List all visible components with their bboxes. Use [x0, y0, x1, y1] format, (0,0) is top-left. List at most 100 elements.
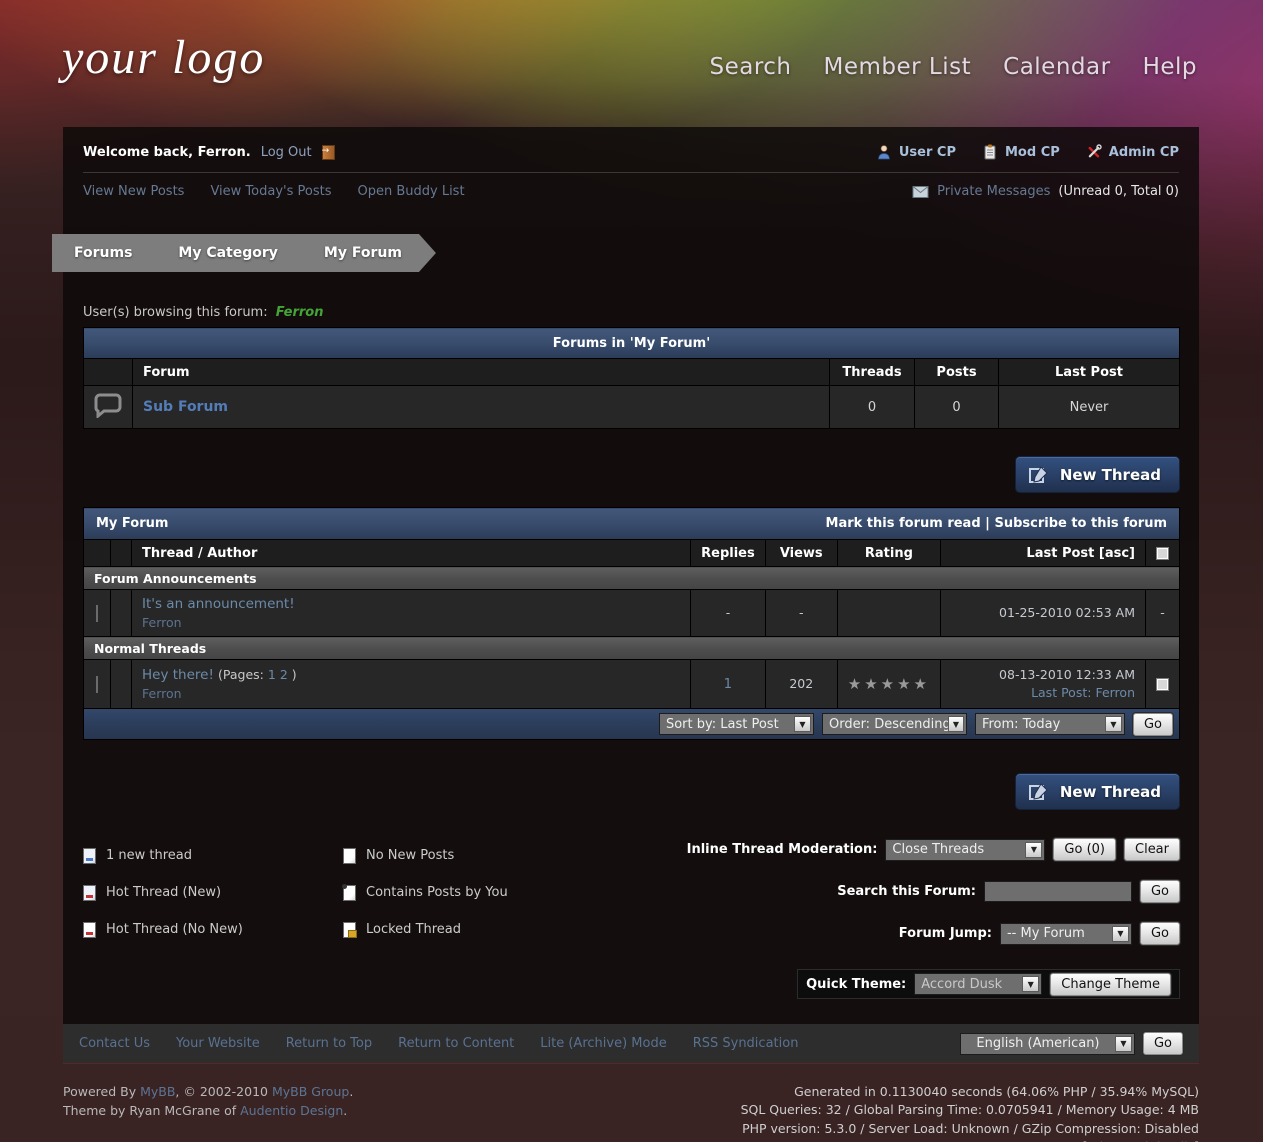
- action-separator: |: [985, 516, 990, 531]
- legend-label: Locked Thread: [366, 922, 461, 937]
- announcement-page-icon: [96, 605, 98, 622]
- nav-search[interactable]: Search: [709, 54, 791, 80]
- lite-mode-link[interactable]: Lite (Archive) Mode: [540, 1036, 666, 1051]
- nav-help[interactable]: Help: [1143, 54, 1197, 80]
- search-forum-input[interactable]: [984, 881, 1132, 902]
- no-new-posts-icon: [343, 848, 356, 864]
- language-select[interactable]: English (American)▼: [960, 1033, 1135, 1055]
- search-forum-label: Search this Forum:: [837, 884, 976, 899]
- browsing-user: Ferron: [276, 305, 324, 320]
- chevron-down-icon: ▼: [794, 716, 811, 732]
- moderation-select[interactable]: Close Threads▼: [885, 839, 1045, 861]
- contains-posts-by-you-icon: [343, 885, 356, 901]
- main-container: Welcome back, Ferron. Log Out User CP Mo…: [63, 127, 1199, 1064]
- mybb-group-link[interactable]: MyBB Group: [272, 1084, 349, 1099]
- subscribe-forum-link[interactable]: Subscribe to this forum: [994, 516, 1167, 531]
- col-lastpost: Last Post [asc]: [941, 540, 1146, 567]
- rss-syndication-link[interactable]: RSS Syndication: [693, 1036, 799, 1051]
- pages-prefix: (Pages:: [218, 667, 264, 682]
- moderation-clear-button[interactable]: Clear: [1124, 838, 1180, 861]
- subforum-link[interactable]: Sub Forum: [143, 399, 228, 415]
- forum-jump-row: Forum Jump: -- My Forum▼ Go: [899, 922, 1180, 945]
- mybb-link[interactable]: MyBB: [140, 1084, 175, 1099]
- language-go-button[interactable]: Go: [1143, 1032, 1183, 1055]
- admin-tools-icon: [1086, 144, 1102, 160]
- subforum-lastpost: Never: [999, 386, 1180, 429]
- stat-generated: Generated in 0.1130040 seconds (64.06% P…: [741, 1083, 1199, 1101]
- return-to-top-link[interactable]: Return to Top: [286, 1036, 372, 1051]
- col-replies: Replies: [691, 540, 766, 567]
- mark-forum-read-link[interactable]: Mark this forum read: [826, 516, 981, 531]
- thread-select-checkbox[interactable]: [1156, 678, 1169, 691]
- quick-links-bar: View New Posts View Today's Posts Open B…: [63, 173, 1199, 212]
- welcome-message: Welcome back, Ferron.: [83, 145, 251, 160]
- credit-text: .: [343, 1103, 347, 1118]
- order-select[interactable]: Order: Descending▼: [822, 713, 967, 735]
- legend-label: Hot Thread (New): [106, 885, 221, 900]
- from-select[interactable]: From: Today▼: [975, 713, 1125, 735]
- breadcrumb-my-category[interactable]: My Category: [142, 234, 312, 272]
- hot-thread-icon: [96, 676, 98, 693]
- col-rating: Rating: [837, 540, 940, 567]
- your-website-link[interactable]: Your Website: [176, 1036, 260, 1051]
- credit-text: .: [349, 1084, 353, 1099]
- section-forum-announcements: Forum Announcements: [84, 567, 1180, 590]
- thread-replies-link[interactable]: 1: [724, 677, 732, 692]
- announcement-rating: [837, 590, 940, 637]
- quick-theme-select[interactable]: Accord Dusk▼: [914, 973, 1042, 995]
- site-header: your logo Search Member List Calendar He…: [0, 0, 1263, 127]
- page: your logo Search Member List Calendar He…: [0, 0, 1263, 1142]
- audentio-design-link[interactable]: Audentio Design: [240, 1103, 343, 1118]
- new-thread-pencil-icon: [1028, 781, 1050, 803]
- chevron-down-icon: ▼: [1115, 1036, 1132, 1052]
- thread-rating-stars[interactable]: ★★★★★: [848, 675, 930, 693]
- forum-jump-select[interactable]: -- My Forum▼: [1000, 923, 1132, 945]
- welcome-bar: Welcome back, Ferron. Log Out User CP Mo…: [63, 127, 1199, 172]
- bracket: ]: [1194, 1139, 1199, 1142]
- sort-by-select[interactable]: Sort by: Last Post▼: [659, 713, 814, 735]
- user-icon: [876, 144, 892, 160]
- nav-calendar[interactable]: Calendar: [1003, 54, 1110, 80]
- logout-link[interactable]: Log Out: [261, 145, 312, 160]
- lastpost-label-link[interactable]: Last Post:: [1031, 685, 1091, 700]
- announcement-title-link[interactable]: It's an announcement!: [142, 596, 295, 612]
- advanced-details-link[interactable]: advanced details: [1087, 1139, 1194, 1142]
- contact-us-link[interactable]: Contact Us: [79, 1036, 150, 1051]
- browsing-users: User(s) browsing this forum: Ferron: [83, 305, 1180, 320]
- announcement-date: 01-25-2010 02:53 AM: [941, 590, 1146, 637]
- new-thread-label: New Thread: [1060, 466, 1161, 484]
- mod-cp-link[interactable]: Mod CP: [1005, 145, 1060, 160]
- lastpost-user-link[interactable]: Ferron: [1095, 685, 1135, 700]
- search-forum-go-button[interactable]: Go: [1140, 880, 1180, 903]
- new-thread-button-top[interactable]: New Thread: [1015, 456, 1180, 493]
- nav-member-list[interactable]: Member List: [824, 54, 972, 80]
- hot-thread-new-icon: [83, 885, 96, 901]
- private-messages-link[interactable]: Private Messages: [937, 184, 1050, 199]
- forum-jump-go-button[interactable]: Go: [1140, 922, 1180, 945]
- thread-page-2-link[interactable]: 2: [280, 667, 288, 682]
- admin-cp-link[interactable]: Admin CP: [1109, 145, 1179, 160]
- search-forum-row: Search this Forum: Go: [837, 880, 1180, 903]
- legend-label: No New Posts: [366, 848, 454, 863]
- col-thread-author: Thread / Author: [132, 540, 691, 567]
- thread-views: 202: [765, 660, 837, 709]
- moderation-go-button[interactable]: Go (0): [1053, 838, 1116, 861]
- new-thread-button-bottom[interactable]: New Thread: [1015, 773, 1180, 810]
- breadcrumb-my-forum[interactable]: My Forum: [288, 234, 436, 272]
- user-cp-link[interactable]: User CP: [899, 145, 956, 160]
- sort-go-button[interactable]: Go: [1133, 713, 1173, 736]
- chevron-down-icon: ▼: [1025, 842, 1042, 858]
- threads-table: My Forum Mark this forum read | Subscrib…: [83, 507, 1180, 709]
- open-buddy-list-link[interactable]: Open Buddy List: [357, 184, 464, 199]
- view-new-posts-link[interactable]: View New Posts: [83, 184, 184, 199]
- thread-title-link[interactable]: Hey there!: [142, 667, 214, 683]
- view-todays-posts-link[interactable]: View Today's Posts: [210, 184, 331, 199]
- return-to-content-link[interactable]: Return to Content: [398, 1036, 514, 1051]
- select-all-checkbox[interactable]: [1156, 547, 1169, 560]
- thread-page-1-link[interactable]: 1: [268, 667, 276, 682]
- stat-php: PHP version: 5.3.0 / Server Load: Unknow…: [741, 1120, 1199, 1138]
- site-logo: your logo: [62, 30, 265, 85]
- sort-bar: Sort by: Last Post▼ Order: Descending▼ F…: [83, 709, 1180, 740]
- stat-sql: SQL Queries: 32 / Global Parsing Time: 0…: [741, 1101, 1199, 1119]
- change-theme-button[interactable]: Change Theme: [1050, 973, 1171, 996]
